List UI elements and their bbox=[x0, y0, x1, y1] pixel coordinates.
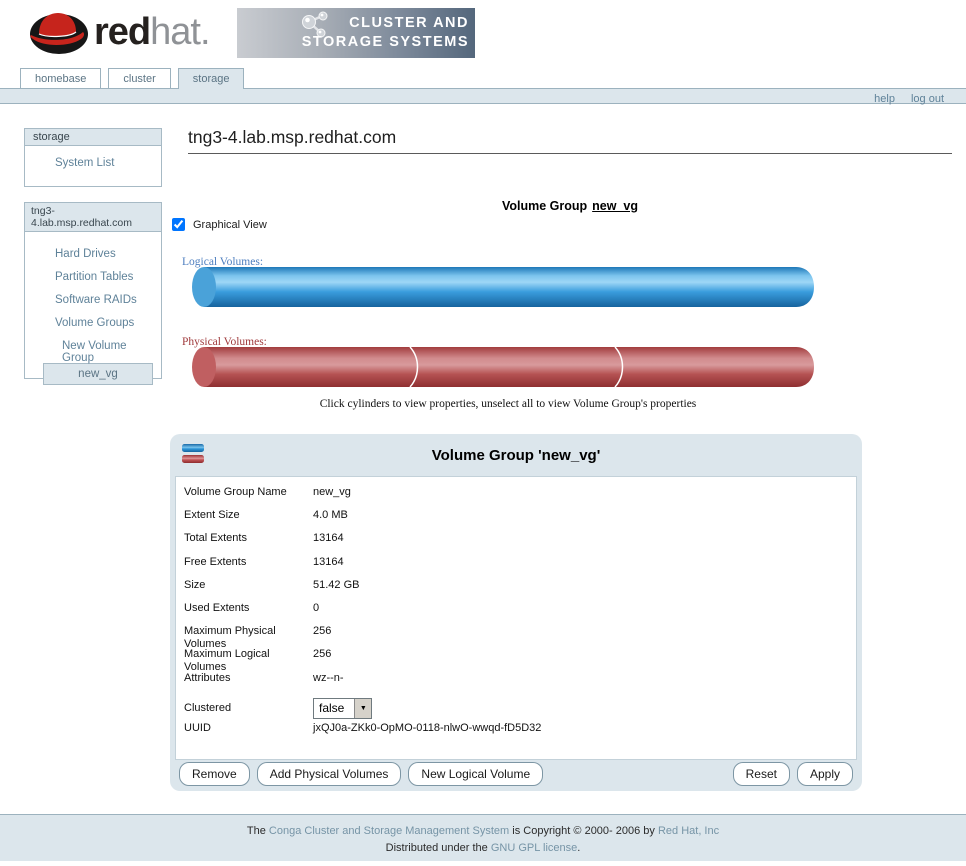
gnu-gpl-link[interactable]: GNU GPL license bbox=[491, 842, 577, 854]
graphical-view-row: Graphical View bbox=[172, 218, 267, 231]
cluster-storage-banner: CLUSTER AND STORAGE SYSTEMS bbox=[237, 8, 475, 58]
property-value: 4.0 MB bbox=[313, 509, 348, 532]
tab-homebase[interactable]: homebase bbox=[20, 68, 101, 88]
reset-button[interactable]: Reset bbox=[733, 762, 790, 786]
sidebar-item-partition-tables[interactable]: Partition Tables bbox=[55, 271, 161, 283]
help-link[interactable]: help bbox=[874, 92, 895, 106]
heading-prefix: Volume Group bbox=[502, 199, 587, 213]
property-row: Used Extents0 bbox=[176, 602, 856, 625]
logical-volume-cylinder[interactable] bbox=[190, 263, 822, 311]
property-value: 51.42 GB bbox=[313, 579, 359, 602]
mini-physical-cylinder-icon bbox=[182, 455, 204, 463]
property-row: Volume Group Namenew_vg bbox=[176, 486, 856, 509]
page-title: tng3-4.lab.msp.redhat.com bbox=[188, 127, 952, 154]
panel-footer: Remove Add Physical Volumes New Logical … bbox=[170, 757, 862, 791]
footer-text: The bbox=[247, 825, 269, 837]
property-label: Free Extents bbox=[184, 556, 313, 579]
property-label: Maximum Logical Volumes bbox=[184, 648, 313, 671]
apply-button[interactable]: Apply bbox=[797, 762, 853, 786]
property-label: Extent Size bbox=[184, 509, 313, 532]
sidebar-storage-box: storage System List bbox=[24, 128, 162, 187]
remove-button[interactable]: Remove bbox=[179, 762, 250, 786]
property-value: 13164 bbox=[313, 556, 344, 579]
property-label: Size bbox=[184, 579, 313, 602]
footer-text: . bbox=[577, 842, 580, 854]
footer-line1: The Conga Cluster and Storage Management… bbox=[0, 825, 966, 837]
utility-bar: help log out bbox=[0, 88, 966, 104]
property-label: UUID bbox=[184, 722, 313, 745]
sidebar-item-volume-groups[interactable]: Volume Groups bbox=[55, 317, 161, 329]
sidebar-storage-title: storage bbox=[25, 129, 161, 146]
cylinder-caption: Click cylinders to view properties, unse… bbox=[190, 398, 826, 410]
footer-text: is Copyright © 2000- 2006 by bbox=[509, 825, 658, 837]
sidebar-system-list: Hard Drives Partition Tables Software RA… bbox=[25, 232, 161, 385]
footer-line2: Distributed under the GNU GPL license. bbox=[0, 842, 966, 854]
property-label: Attributes bbox=[184, 672, 313, 695]
logical-volumes-label: Logical Volumes: bbox=[182, 256, 263, 268]
dropdown-arrow-icon[interactable]: ▼ bbox=[354, 699, 371, 718]
property-row: Total Extents13164 bbox=[176, 532, 856, 555]
conga-link[interactable]: Conga Cluster and Storage Management Sys… bbox=[269, 825, 509, 837]
footer-text: Distributed under the bbox=[386, 842, 491, 854]
redhat-link[interactable]: Red Hat, Inc bbox=[658, 825, 719, 837]
redhat-wordmark: redhat. bbox=[94, 13, 210, 51]
physical-volumes-label: Physical Volumes: bbox=[182, 336, 267, 348]
volume-group-icon bbox=[182, 444, 206, 466]
clustered-select-value: false bbox=[314, 699, 354, 718]
property-label: Maximum Physical Volumes bbox=[184, 625, 313, 648]
sidebar-item-new-volume-group[interactable]: New Volume Group bbox=[62, 340, 161, 352]
property-row: Maximum Logical Volumes256 bbox=[176, 648, 856, 671]
clustered-select[interactable]: false ▼ bbox=[313, 698, 372, 719]
sidebar-item-new-vg-selected[interactable]: new_vg bbox=[43, 363, 153, 385]
property-row: Extent Size4.0 MB bbox=[176, 509, 856, 532]
property-label: Used Extents bbox=[184, 602, 313, 625]
sidebar-system-title: tng3-4.lab.msp.redhat.com bbox=[25, 203, 161, 232]
sidebar-item-software-raids[interactable]: Software RAIDs bbox=[55, 294, 161, 306]
property-row: UUIDjxQJ0a-ZKk0-OpMO-0118-nlwO-wwqd-fD5D… bbox=[176, 722, 856, 745]
banner-line1: CLUSTER AND bbox=[302, 14, 469, 33]
panel-header: Volume Group 'new_vg' bbox=[170, 434, 862, 476]
add-physical-volumes-button[interactable]: Add Physical Volumes bbox=[257, 762, 402, 786]
new-logical-volume-button[interactable]: New Logical Volume bbox=[408, 762, 543, 786]
mini-logical-cylinder-icon bbox=[182, 444, 204, 452]
tab-storage[interactable]: storage bbox=[178, 68, 245, 89]
property-value: new_vg bbox=[313, 486, 351, 509]
property-value: 13164 bbox=[313, 532, 344, 555]
redhat-logo: redhat. bbox=[26, 8, 210, 56]
property-row-clustered: Clustered false ▼ bbox=[176, 695, 856, 722]
physical-volume-cylinder[interactable] bbox=[190, 343, 822, 391]
sidebar-system-box: tng3-4.lab.msp.redhat.com Hard Drives Pa… bbox=[24, 202, 162, 379]
graphical-view-label: Graphical View bbox=[193, 219, 267, 231]
redhat-hat-icon bbox=[26, 8, 90, 56]
volume-group-heading: Volume Group new_vg bbox=[188, 199, 952, 213]
graphical-view-checkbox[interactable] bbox=[172, 218, 185, 231]
property-value: 256 bbox=[313, 625, 331, 648]
heading-vg-name: new_vg bbox=[592, 199, 638, 213]
property-row: Free Extents13164 bbox=[176, 556, 856, 579]
page: redhat. CLUSTER AND STORAGE SYSTEMS home… bbox=[0, 0, 966, 866]
sidebar-item-hard-drives[interactable]: Hard Drives bbox=[55, 248, 161, 260]
banner-text: CLUSTER AND STORAGE SYSTEMS bbox=[302, 14, 469, 52]
property-value: 0 bbox=[313, 602, 319, 625]
property-label: Volume Group Name bbox=[184, 486, 313, 509]
property-row: Size51.42 GB bbox=[176, 579, 856, 602]
panel-body: Volume Group Namenew_vg Extent Size4.0 M… bbox=[175, 476, 857, 760]
tab-bar: homebase cluster storage bbox=[0, 68, 966, 88]
property-value: wz--n- bbox=[313, 672, 344, 695]
banner-line2: STORAGE SYSTEMS bbox=[302, 33, 469, 52]
property-label: Clustered bbox=[184, 702, 313, 714]
page-footer: The Conga Cluster and Storage Management… bbox=[0, 814, 966, 861]
property-row: Attributeswz--n- bbox=[176, 672, 856, 695]
property-label: Total Extents bbox=[184, 532, 313, 555]
sidebar-item-system-list[interactable]: System List bbox=[55, 157, 161, 169]
logout-link[interactable]: log out bbox=[911, 92, 944, 106]
property-row: Maximum Physical Volumes256 bbox=[176, 625, 856, 648]
volume-group-panel: Volume Group 'new_vg' Volume Group Namen… bbox=[170, 434, 862, 791]
property-value: jxQJ0a-ZKk0-OpMO-0118-nlwO-wwqd-fD5D32 bbox=[313, 722, 541, 745]
property-value: 256 bbox=[313, 648, 331, 671]
panel-title: Volume Group 'new_vg' bbox=[170, 434, 862, 464]
tab-cluster[interactable]: cluster bbox=[108, 68, 170, 88]
